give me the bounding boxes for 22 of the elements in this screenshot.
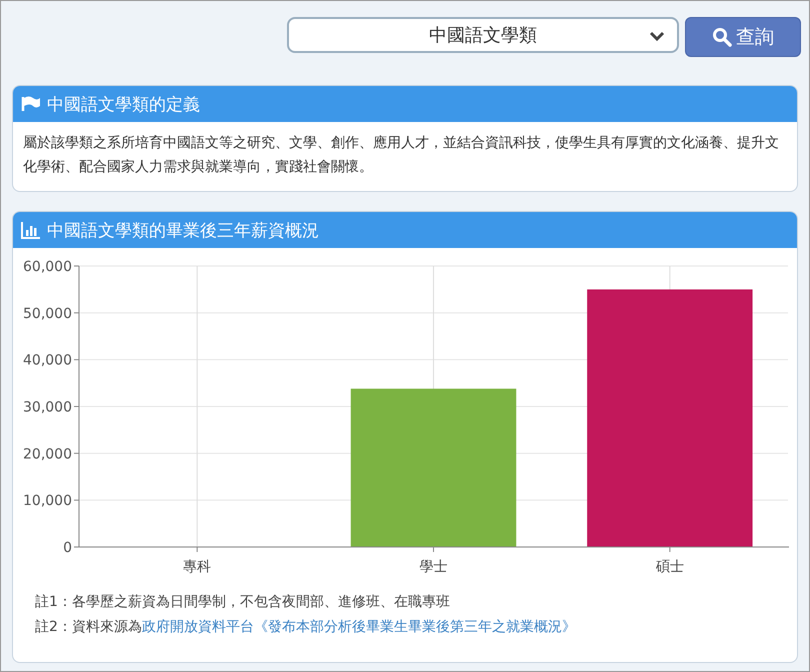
y-tick-label: 20,000	[23, 446, 72, 462]
source-link[interactable]: 政府開放資料平台《發布本部分析後畢業生畢業後第三年之就業概況》	[142, 619, 576, 635]
x-tick-label: 碩士	[656, 559, 684, 575]
y-tick-label: 60,000	[23, 259, 72, 275]
search-button[interactable]: 查詢	[685, 17, 801, 57]
search-icon	[712, 27, 732, 47]
footnote: 註1：各學歷之薪資為日間學制，不包含夜間部、進修班、在職專班	[35, 593, 451, 612]
footnote: 註2：資料來源為政府開放資料平台《發布本部分析後畢業生畢業後第三年之就業概況》	[35, 618, 577, 637]
card-title: 中國語文學類的畢業後三年薪資概況	[47, 220, 319, 242]
x-tick-label: 專科	[183, 559, 212, 575]
card-title: 中國語文學類的定義	[47, 94, 200, 116]
x-tick-label: 學士	[420, 559, 448, 575]
y-tick-label: 50,000	[23, 306, 72, 322]
chevron-down-icon	[649, 31, 665, 41]
y-tick-label: 0	[63, 540, 72, 556]
y-tick-label: 10,000	[23, 493, 72, 510]
y-tick-label: 30,000	[23, 400, 72, 416]
y-tick-label: 40,000	[23, 352, 72, 369]
flag-icon	[21, 96, 41, 112]
category-select[interactable]: 中國語文學類	[287, 17, 679, 53]
bar-chart-icon	[21, 221, 41, 239]
definition-text: 屬於該學類之系所培育中國語文等之研究、文學、創作、應用人才，並結合資訊科技，使學生具有厚實的文化涵養、提升文化學術、配合國家人力需求與就業導向，實踐社會關懷。	[22, 134, 780, 177]
